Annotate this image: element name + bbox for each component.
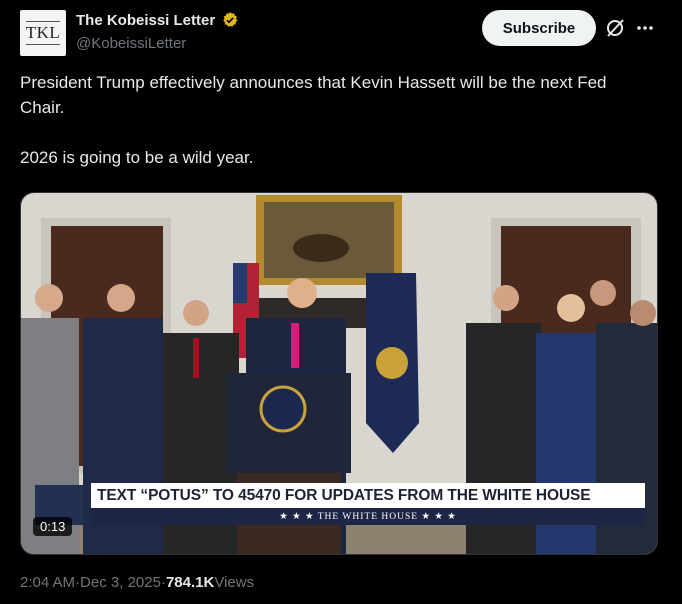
verified-badge-icon [223,12,238,27]
video-chyron: TEXT “POTUS” TO 45470 FOR UPDATES FROM T… [91,483,645,527]
display-name[interactable]: The Kobeissi Letter [76,12,215,29]
views-label: Views [214,574,255,591]
chyron-subtext: ★ ★ ★ THE WHITE HOUSE ★ ★ ★ [91,508,645,525]
tweet-metadata: 2:04 AM · Dec 3, 2025 · 784.1K Views [20,574,254,591]
video-duration-badge: 0:13 [33,517,73,536]
more-dots-icon[interactable] [635,18,655,38]
views-count[interactable]: 784.1K [166,574,214,591]
tweet-paragraph-1: President Trump effectively announces th… [20,73,607,117]
handle[interactable]: @KobeissiLetter [76,35,186,52]
avatar-logo-text: TKL [25,21,61,45]
grok-slash-icon[interactable] [604,17,626,39]
tweet-date[interactable]: Dec 3, 2025 [80,574,161,591]
chyron-text: TEXT “POTUS” TO 45470 FOR UPDATES FROM T… [91,483,645,508]
subscribe-button[interactable]: Subscribe [482,10,596,46]
tweet-time[interactable]: 2:04 AM [20,574,75,591]
tweet-text: President Trump effectively announces th… [20,70,640,170]
tweet-paragraph-2: 2026 is going to be a wild year. [20,148,254,167]
author-name-row: The Kobeissi Letter [76,11,239,29]
avatar[interactable]: TKL [20,10,66,56]
video-player[interactable]: TEXT “POTUS” TO 45470 FOR UPDATES FROM T… [20,192,658,555]
